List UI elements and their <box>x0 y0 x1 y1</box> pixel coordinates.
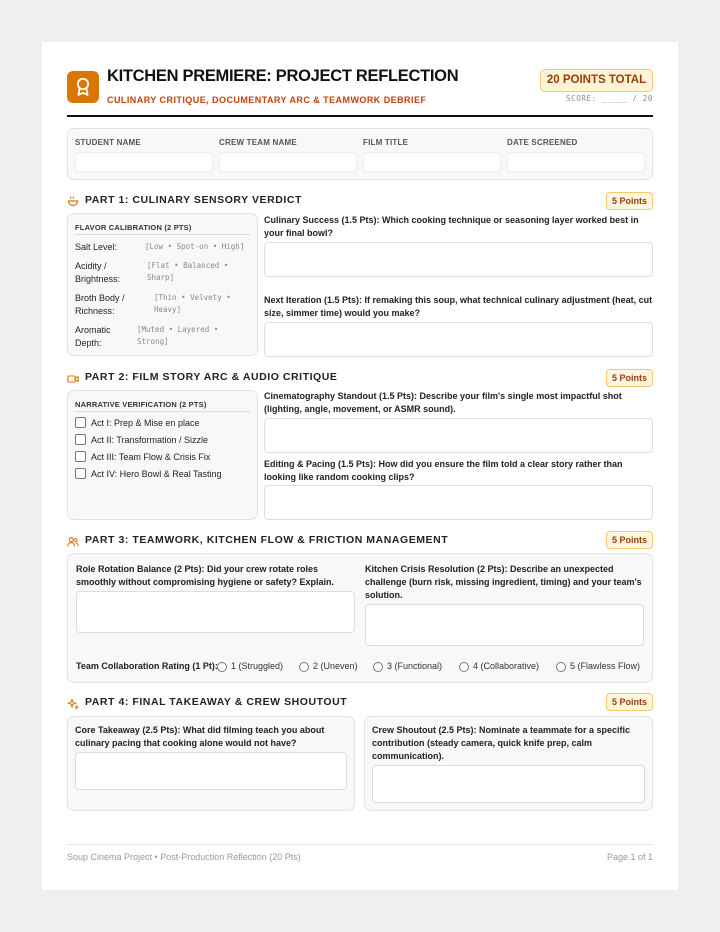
act4-label: Act IV: Hero Bowl & Real Tasting <box>91 469 222 479</box>
next-iteration-answer[interactable] <box>264 322 653 357</box>
film-title-label: FILM TITLE <box>363 138 409 147</box>
part1-points-badge: 5 Points <box>606 192 653 210</box>
team-users-icon <box>67 535 79 547</box>
cinematography-question: Cinematography Standout (1.5 Pts): Descr… <box>264 391 622 414</box>
salt-level-options[interactable]: [Low • Spot-on • High] <box>145 241 244 253</box>
date-screened-field[interactable] <box>507 152 645 172</box>
student-name-field[interactable] <box>75 152 213 172</box>
rating-radio-3[interactable] <box>373 662 383 672</box>
rating-option-3: 3 (Functional) <box>387 661 443 671</box>
points-total-badge: 20 POINTS TOTAL <box>540 69 653 92</box>
film-title-field[interactable] <box>363 152 501 172</box>
editing-pacing-answer[interactable] <box>264 485 653 520</box>
rating-option-2: 2 (Uneven) <box>313 661 358 671</box>
narrative-verification-heading: NARRATIVE VERIFICATION (2 PTS) <box>75 400 207 409</box>
award-ribbon-icon <box>67 71 99 103</box>
page-title: KITCHEN PREMIERE: PROJECT REFLECTION <box>107 67 459 85</box>
role-rotation-answer[interactable] <box>76 591 355 633</box>
part1-title: PART 1: CULINARY SENSORY VERDICT <box>85 194 302 206</box>
footer-divider <box>67 844 653 845</box>
crew-shoutout-answer[interactable] <box>372 765 645 803</box>
page-subtitle: CULINARY CRITIQUE, DOCUMENTARY ARC & TEA… <box>107 95 427 105</box>
culinary-success-question: Culinary Success (1.5 Pts): Which cookin… <box>264 215 639 238</box>
crew-shoutout-question: Crew Shoutout (2.5 Pts): Nominate a team… <box>372 725 631 761</box>
flavor-divider <box>75 234 250 235</box>
editing-pacing-question: Editing & Pacing (1.5 Pts): How did you … <box>264 459 623 482</box>
act2-label: Act II: Transformation / Sizzle <box>91 435 209 445</box>
worksheet-page: KITCHEN PREMIERE: PROJECT REFLECTION CUL… <box>42 42 678 890</box>
header-divider <box>67 115 653 117</box>
part3-title: PART 3: TEAMWORK, KITCHEN FLOW & FRICTIO… <box>85 534 449 546</box>
acidity-label: Acidity / Brightness: <box>75 261 121 284</box>
rating-option-4: 4 (Collaborative) <box>473 661 540 671</box>
cinematography-answer[interactable] <box>264 418 653 453</box>
rating-label: Team Collaboration Rating (1 Pt): <box>76 661 218 671</box>
act2-checkbox[interactable] <box>75 434 86 445</box>
student-name-label: STUDENT NAME <box>75 138 141 147</box>
part2-points-badge: 5 Points <box>606 369 653 387</box>
aromatic-depth-label: Aromatic Depth: <box>75 325 111 348</box>
crew-team-name-label: CREW TEAM NAME <box>219 138 297 147</box>
crew-team-name-field[interactable] <box>219 152 357 172</box>
act4-checkbox[interactable] <box>75 468 86 479</box>
crisis-resolution-answer[interactable] <box>365 604 644 646</box>
next-iteration-question: Next Iteration (1.5 Pts): If remaking th… <box>264 295 653 318</box>
soup-bowl-icon <box>67 194 79 207</box>
date-screened-label: DATE SCREENED <box>507 138 578 147</box>
role-rotation-question: Role Rotation Balance (2 Pts): Did your … <box>76 564 335 587</box>
act1-label: Act I: Prep & Mise en place <box>91 418 200 428</box>
broth-body-options[interactable]: [Thin • Velvety • Heavy] <box>154 292 231 316</box>
salt-level-label: Salt Level: <box>75 242 118 252</box>
act1-checkbox[interactable] <box>75 417 86 428</box>
core-takeaway-answer[interactable] <box>75 752 347 790</box>
rating-option-1: 1 (Struggled) <box>231 661 284 671</box>
part2-title: PART 2: FILM STORY ARC & AUDIO CRITIQUE <box>85 371 338 383</box>
narrative-divider <box>75 411 250 412</box>
rating-radio-2[interactable] <box>299 662 309 672</box>
aromatic-depth-options[interactable]: [Muted • Layered • Strong] <box>137 324 218 348</box>
video-camera-icon <box>67 372 79 384</box>
part4-title: PART 4: FINAL TAKEAWAY & CREW SHOUTOUT <box>85 696 348 708</box>
rating-radio-1[interactable] <box>217 662 227 672</box>
rating-radio-4[interactable] <box>459 662 469 672</box>
flavor-calibration-heading: FLAVOR CALIBRATION (2 PTS) <box>75 223 192 232</box>
crisis-resolution-question: Kitchen Crisis Resolution (2 Pts): Descr… <box>365 564 642 600</box>
rating-radio-5[interactable] <box>556 662 566 672</box>
sparkle-icon <box>67 697 79 710</box>
act3-label: Act III: Team Flow & Crisis Fix <box>91 452 211 462</box>
broth-body-label: Broth Body / Richness: <box>75 293 125 316</box>
culinary-success-answer[interactable] <box>264 242 653 277</box>
rating-option-5: 5 (Flawless Flow) <box>570 661 641 671</box>
score-line: SCORE: _____ / 20 <box>566 94 653 103</box>
footer-project-label: Soup Cinema Project • Post-Production Re… <box>67 852 301 862</box>
part4-points-badge: 5 Points <box>606 693 653 711</box>
part3-points-badge: 5 Points <box>606 531 653 549</box>
acidity-options[interactable]: [Flat • Balanced • Sharp] <box>147 260 228 284</box>
footer-page-number: Page 1 of 1 <box>606 852 653 862</box>
core-takeaway-question: Core Takeaway (2.5 Pts): What did filmin… <box>75 725 325 748</box>
act3-checkbox[interactable] <box>75 451 86 462</box>
